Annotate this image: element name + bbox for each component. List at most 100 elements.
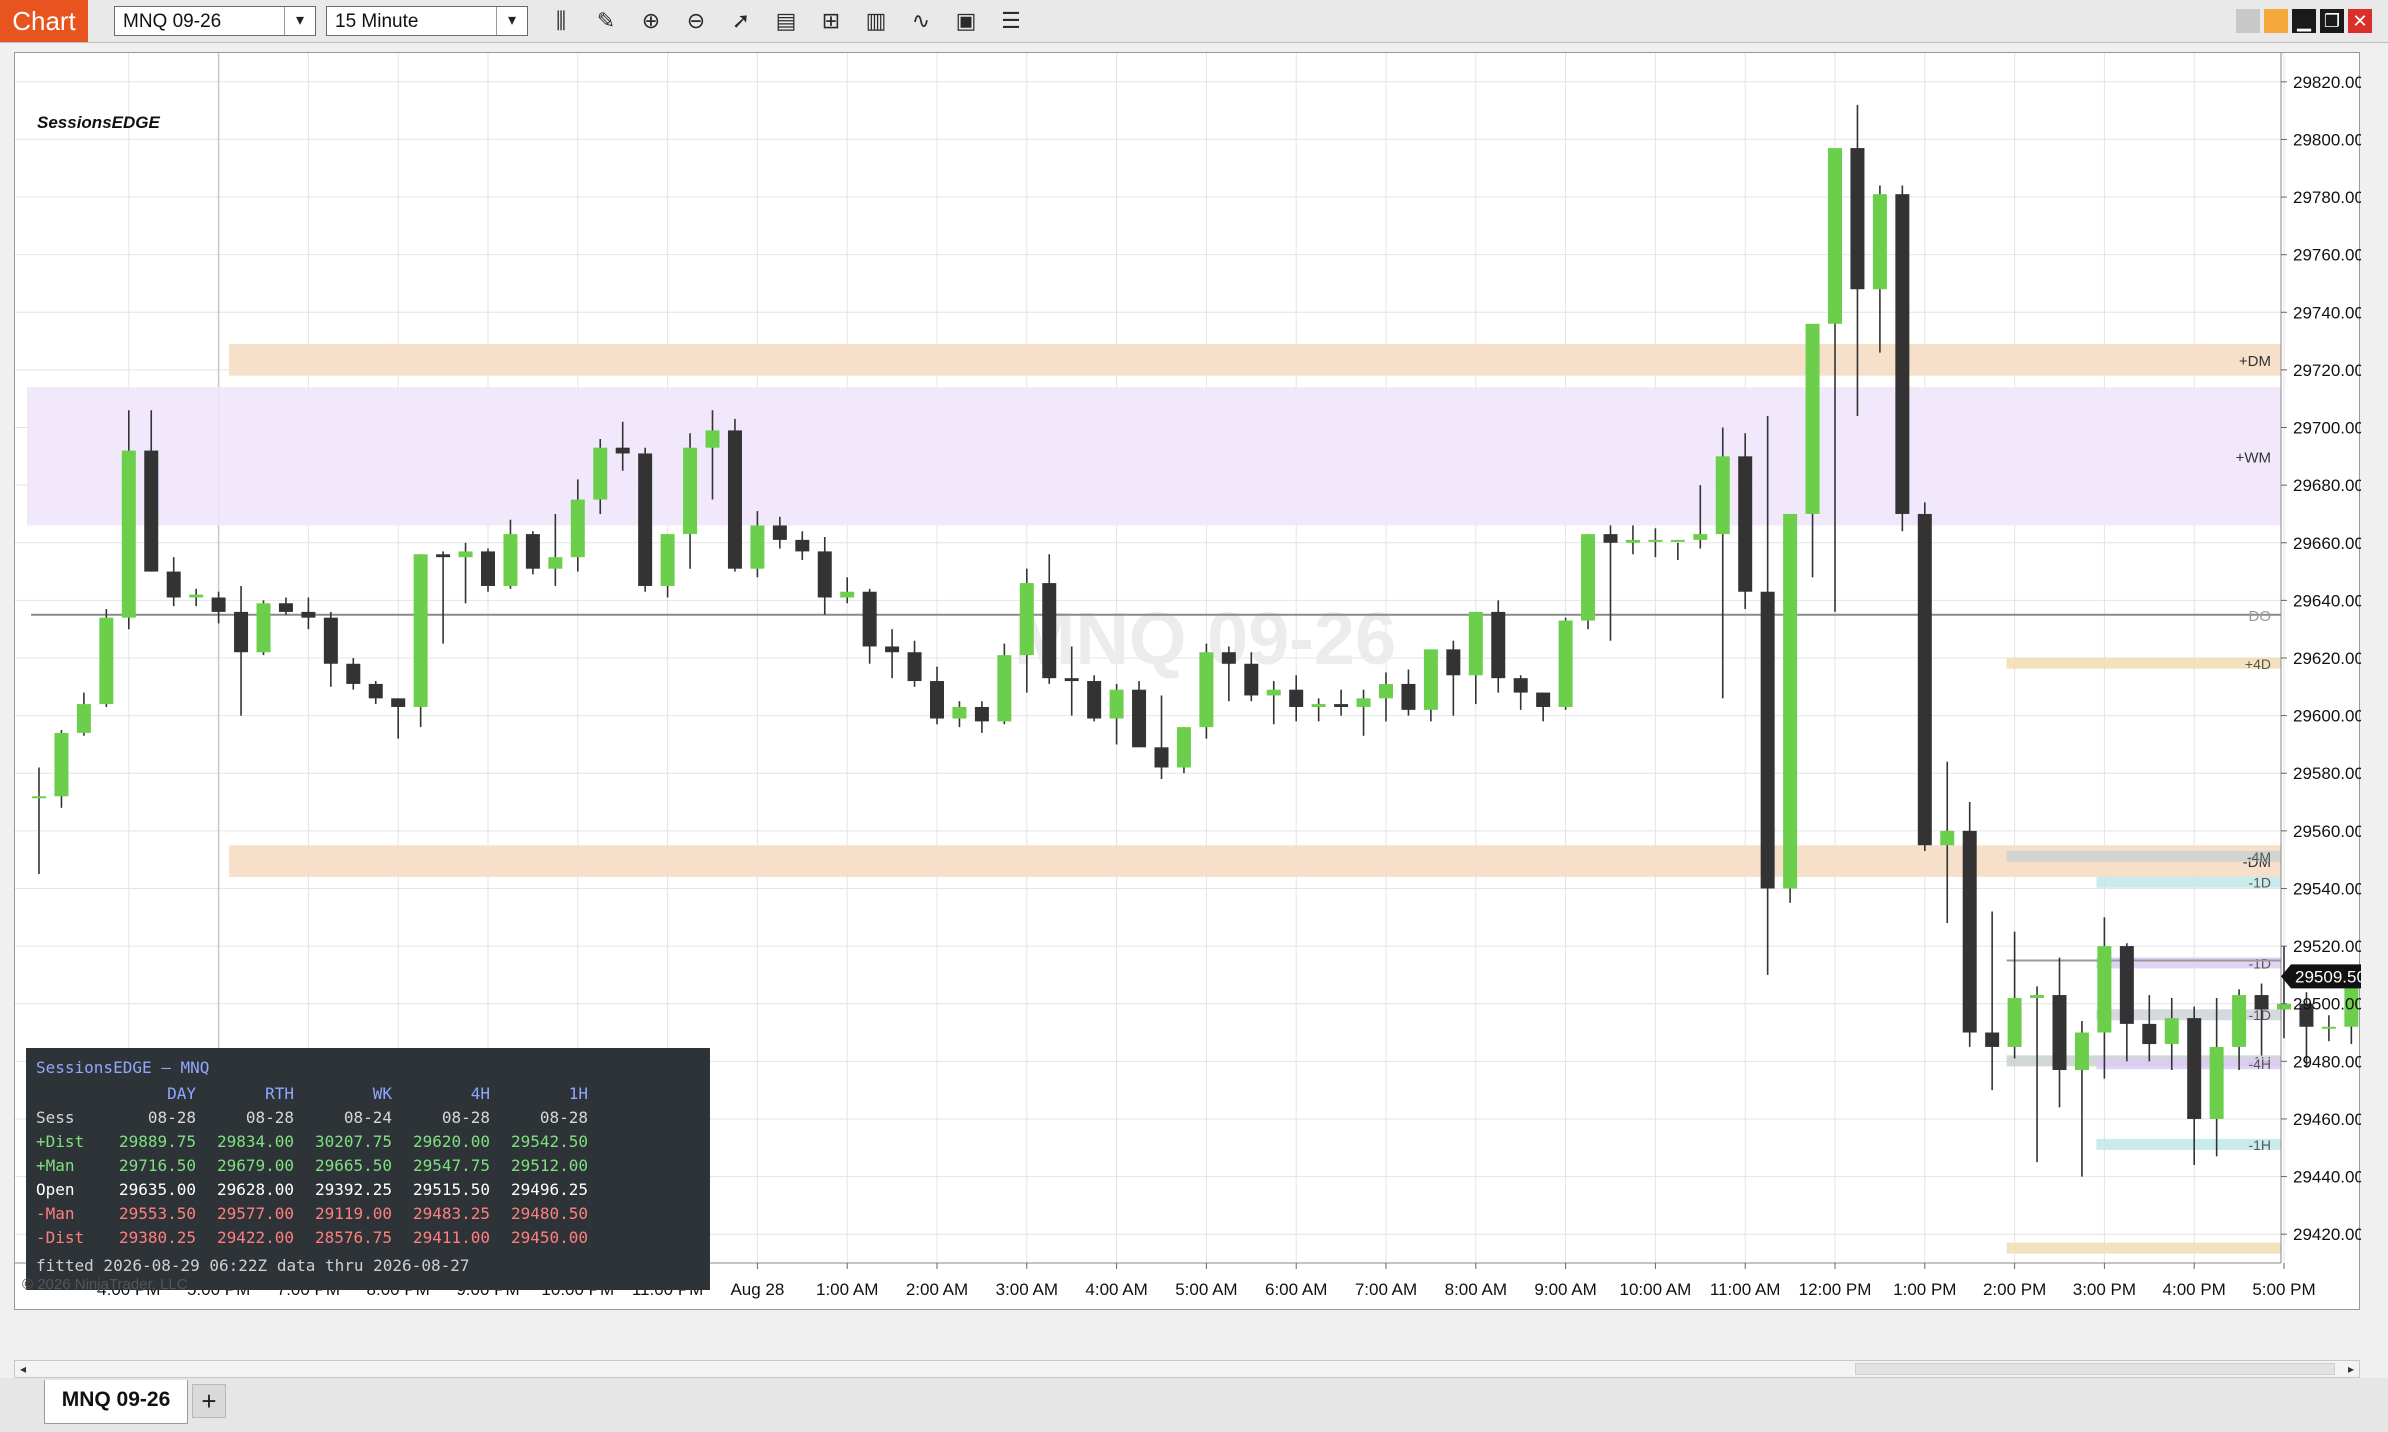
candle-up — [1828, 148, 1842, 324]
candle-up — [683, 447, 698, 535]
drawing-tool-icon[interactable]: ✎ — [591, 7, 621, 35]
strategies-icon[interactable]: ▣ — [951, 7, 981, 35]
candle-down — [1738, 456, 1753, 592]
candle-up — [1558, 620, 1573, 707]
scroll-left-icon[interactable]: ◂ — [15, 1361, 31, 1377]
candle-down — [1895, 194, 1910, 514]
candle-down — [907, 652, 922, 682]
candle-down — [2052, 995, 2067, 1070]
scroll-thumb[interactable] — [1855, 1363, 2335, 1375]
level-marker — [2006, 657, 2281, 669]
candle-down — [2142, 1023, 2157, 1045]
table-row: -Dist 29380.25 29422.00 28576.75 29411.00 294… — [36, 1226, 588, 1250]
candle-down — [391, 698, 406, 707]
interval-selector[interactable]: 15 Minute ▾ — [326, 6, 528, 36]
table-cell: 29380.25 — [118, 1228, 196, 1247]
maximize-icon[interactable]: ❐ — [2320, 9, 2344, 33]
zoom-in-icon[interactable]: ⊕ — [636, 7, 666, 35]
table-row: Sess 08-28 08-28 08-24 08-28 08-28 — [36, 1106, 588, 1130]
candle-up — [660, 534, 675, 586]
chevron-down-icon[interactable]: ▾ — [496, 7, 527, 35]
candle-down — [1221, 652, 1236, 664]
chevron-down-icon[interactable]: ▾ — [284, 7, 315, 35]
table-cell: 29480.50 — [510, 1204, 588, 1223]
table-row-label: -Man — [36, 1204, 75, 1223]
table-title: SessionsEDGE — MNQ — [36, 1058, 210, 1077]
window-orange-icon[interactable] — [2264, 9, 2288, 33]
candle-up — [570, 499, 585, 558]
data-box-icon[interactable]: ▤ — [771, 7, 801, 35]
table-cell: 08-24 — [343, 1108, 392, 1127]
level-marker — [2006, 850, 2281, 862]
x-tick-label: Aug 28 — [730, 1280, 784, 1299]
candle-down — [368, 683, 383, 699]
candle-down — [1132, 689, 1147, 748]
candle-up — [54, 732, 69, 797]
table-cell: 29889.75 — [118, 1132, 196, 1151]
templates-icon[interactable]: ☰ — [996, 7, 1026, 35]
horizontal-scrollbar[interactable]: ◂ ▸ — [14, 1360, 2360, 1378]
zone-band — [27, 387, 2281, 526]
window-grey-icon[interactable] — [2236, 9, 2260, 33]
table-header-row: DAY RTH WK 4H 1H — [36, 1082, 588, 1106]
candle-down — [2254, 995, 2269, 1010]
level-marker — [2006, 1242, 2281, 1254]
scroll-right-icon[interactable]: ▸ — [2343, 1361, 2359, 1377]
candle-up — [1693, 534, 1708, 540]
candle-up — [458, 551, 473, 558]
instrument-selector-value: MNQ 09-26 — [123, 11, 222, 32]
candle-down — [772, 525, 787, 540]
x-tick-label: 11:00 AM — [1710, 1280, 1781, 1299]
tab-mnq[interactable]: MNQ 09-26 — [44, 1380, 188, 1424]
candle-up — [32, 796, 46, 799]
candle-up — [2097, 946, 2112, 1033]
candle-up — [99, 617, 114, 705]
zoom-out-icon[interactable]: ⊖ — [681, 7, 711, 35]
y-tick-label: 29560.00 — [2293, 822, 2361, 841]
chart-trader-icon[interactable]: ▥ — [861, 7, 891, 35]
level-marker-label: -1H — [2248, 1137, 2271, 1153]
x-tick-label: 1:00 AM — [816, 1280, 878, 1299]
candle-down — [346, 663, 361, 684]
candle-down — [615, 447, 630, 454]
candle-down — [323, 617, 338, 664]
indicators-icon[interactable]: ∿ — [906, 7, 936, 35]
bar-type-icon[interactable]: ⫼ — [546, 7, 576, 35]
zone-label: +WM — [2236, 449, 2271, 466]
candle-down — [144, 450, 159, 572]
candle-up — [1266, 689, 1281, 696]
x-tick-label: 3:00 PM — [2073, 1280, 2136, 1299]
table-cell: 08-28 — [147, 1108, 196, 1127]
candle-up — [2232, 995, 2247, 1047]
candle-up — [1805, 323, 1820, 514]
candle-down — [974, 706, 989, 722]
chart-toolbar: Chart MNQ 09-26 ▾ 15 Minute ▾ ⫼ ✎ ⊕ ⊖ ➚ ▤ ⊞ ▥ ∿ ▣… — [0, 0, 2388, 43]
candle-up — [1311, 704, 1326, 707]
pointer-icon[interactable]: ➚ — [726, 7, 756, 35]
add-tab-button[interactable]: + — [192, 1384, 226, 1418]
candle-down — [1401, 683, 1416, 710]
candle-up — [1648, 539, 1663, 542]
candle-down — [525, 534, 540, 569]
table-cell: 29411.00 — [412, 1228, 490, 1247]
zone-band — [229, 343, 2281, 376]
candle-down — [862, 591, 877, 647]
table-header-cell: DAY — [167, 1084, 196, 1103]
y-tick-label: 29520.00 — [2293, 937, 2361, 956]
candle-down — [1491, 611, 1506, 679]
chart-window-label[interactable]: Chart — [0, 0, 88, 42]
instrument-selector[interactable]: MNQ 09-26 ▾ — [114, 6, 316, 36]
minimize-icon[interactable]: ▁ — [2292, 9, 2316, 33]
candle-down — [436, 554, 451, 558]
candle-down — [1536, 692, 1551, 707]
level-marker-label: -1D — [2248, 955, 2271, 971]
zone-label: +DM — [2239, 353, 2271, 370]
close-icon[interactable]: ✕ — [2348, 9, 2372, 33]
candle-up — [1783, 513, 1798, 889]
candle-down — [1603, 534, 1618, 543]
candle-up — [1940, 830, 1955, 846]
candle-down — [885, 646, 900, 653]
y-tick-label: 29760.00 — [2293, 246, 2361, 265]
x-tick-label: 9:00 AM — [1534, 1280, 1596, 1299]
properties-icon[interactable]: ⊞ — [816, 7, 846, 35]
